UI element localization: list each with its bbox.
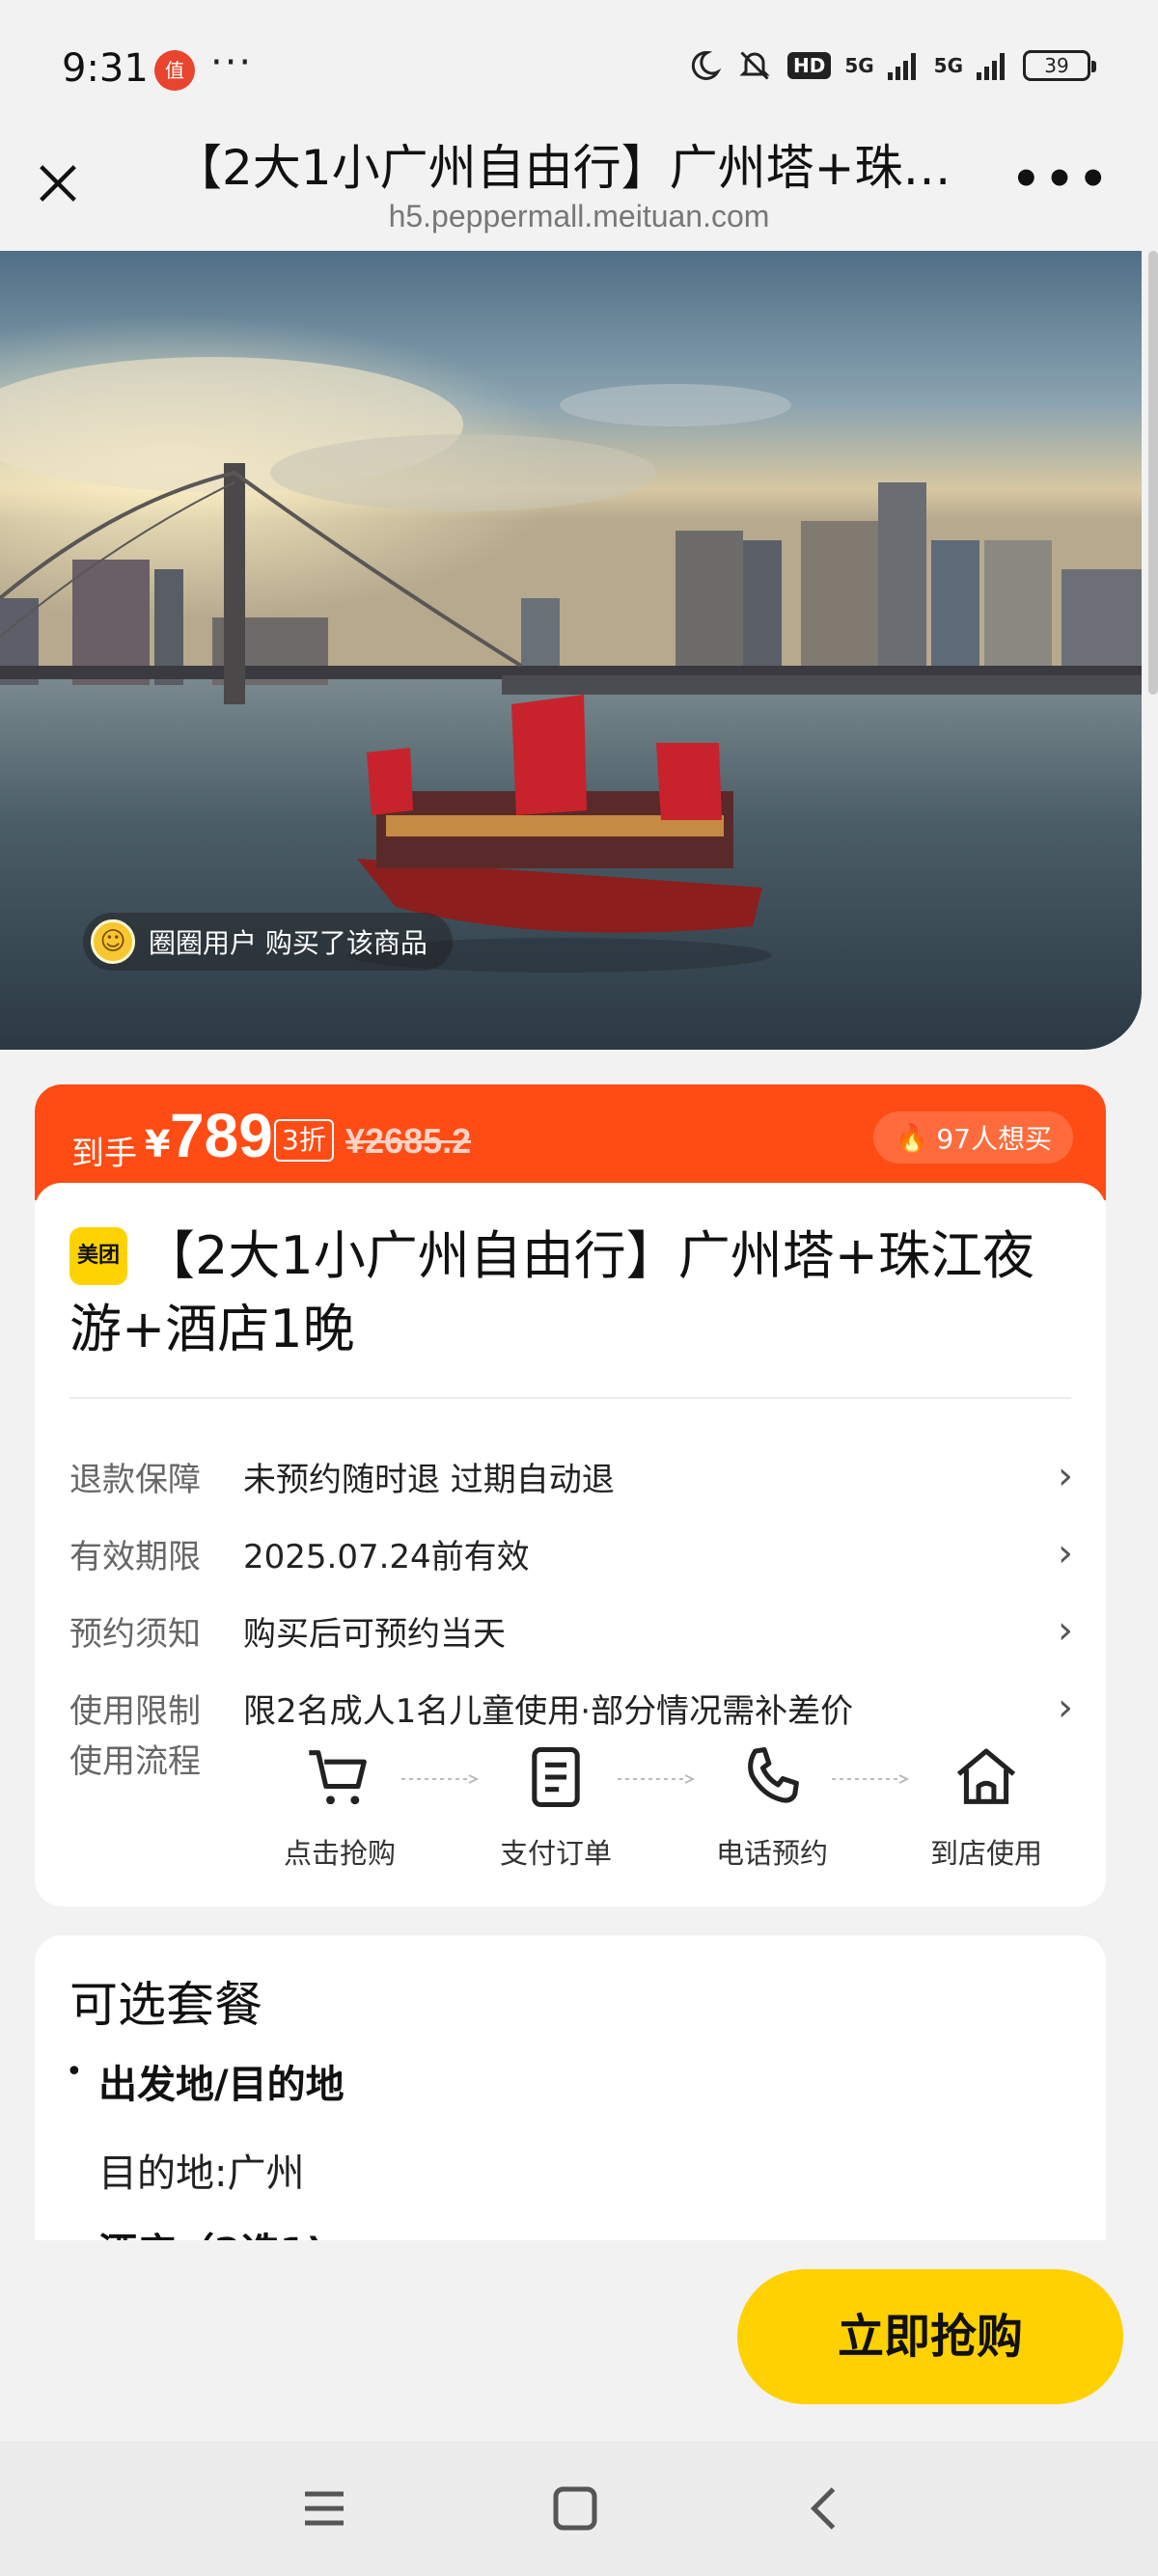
chevron-right-icon: › [1058,1531,1073,1576]
info-key: 退款保障 [69,1460,201,1499]
signal-bars-icon [887,53,916,80]
price-value: 789 [170,1101,273,1170]
do-not-disturb-icon [691,50,722,80]
usage-flow-label: 使用流程 [69,1742,201,1781]
buyer-avatar-icon: ☺ [91,919,135,964]
hd-icon: HD [786,52,832,79]
page-title: 【2大1小广州自由行】广州塔+珠江... [174,140,984,196]
package-next-section: 酒店（2选1) [98,2221,324,2240]
price-label: 到手 [71,1135,137,1173]
info-value: 限2名成人1名儿童使用·部分情况需补差价 [243,1691,854,1731]
app-notification-icon: 值 [154,50,195,91]
status-bar: 9:31 值 ··· HD 5G 5G 39 [0,0,1158,135]
fire-icon: 🔥 [895,1121,929,1154]
home-button-icon[interactable] [546,2480,604,2537]
cart-icon [309,1750,367,1805]
signal-icon: 5G [844,54,874,77]
mute-icon [739,51,770,80]
original-price: ¥2685.2 [345,1121,472,1161]
product-title: 【2大1小广州自由行】广州塔+珠江夜游+酒店1晚 [69,1225,1034,1359]
package-destination: 目的地:广州 [98,2151,305,2196]
meituan-brand-badge: 美团 [69,1227,127,1285]
home-icon [956,1748,1016,1804]
page-url: h5.peppermall.meituan.com [388,199,770,233]
browser-nav-bar: 【2大1小广州自由行】广州塔+珠江... h5.peppermall.meitu… [0,125,1158,251]
want-count-text: 97人想买 [936,1123,1052,1155]
divider [69,1397,1071,1399]
package-section-title: 出发地/目的地 [98,2063,345,2107]
info-row-validity[interactable]: 有效期限 2025.07.24前有效 › [69,1524,1073,1582]
package-options-card: 可选套餐 • 出发地/目的地 目的地:广州 酒店（2选1) [35,1935,1106,2240]
recent-apps-icon[interactable] [295,2480,353,2537]
flow-step-label: 支付订单 [499,1837,612,1870]
info-key: 预约须知 [69,1614,201,1654]
flow-step-label: 到店使用 [929,1837,1042,1870]
chevron-right-icon: › [1058,1454,1073,1498]
info-value: 未预约随时退 过期自动退 [243,1460,615,1499]
info-key: 有效期限 [69,1537,201,1576]
recent-buyer-notice: ☺ 圈圈用户 购买了该商品 [83,913,453,971]
close-icon[interactable] [33,158,83,208]
price-currency: ¥ [145,1123,171,1165]
flow-step-use: 到店使用 [909,1740,1063,1872]
chevron-right-icon: › [1058,1685,1073,1730]
flow-step-pay: 支付订单 [479,1740,633,1872]
page-scrollbar[interactable] [1148,251,1158,695]
info-row-booking[interactable]: 预约须知 购买后可预约当天 › [69,1602,1073,1659]
signal-bars-icon-2 [977,53,1005,80]
chevron-right-icon: › [1058,1608,1073,1653]
flow-step-buy: 点击抢购 [262,1740,417,1872]
buyer-notice-text: 圈圈用户 购买了该商品 [149,927,427,959]
package-title: 可选套餐 [69,1977,262,2033]
document-icon [532,1746,580,1808]
back-icon[interactable] [797,2480,855,2537]
info-value: 2025.07.24前有效 [243,1537,530,1576]
more-notifications-icon: ··· [210,41,254,85]
phone-icon [748,1746,799,1803]
product-info-card: 【2大1小广州自由行】广州塔+珠江夜游+酒店1晚 美团 退款保障 未预约随时退 … [35,1183,1106,1906]
flow-arrow [618,1774,695,1784]
battery-icon: 39 [1023,50,1096,81]
more-menu-icon[interactable]: ••• [1011,156,1112,203]
bullet-dot-icon: • [66,2055,83,2089]
status-time: 9:31 [62,46,149,91]
flow-step-call: 电话预约 [695,1740,849,1872]
flow-step-label: 点击抢购 [283,1837,396,1870]
status-indicators: HD 5G 5G 39 [687,48,1096,83]
info-row-refund[interactable]: 退款保障 未预约随时退 过期自动退 › [69,1447,1073,1505]
flow-arrow [832,1774,909,1784]
discount-badge: 3折 [274,1119,334,1162]
flow-arrow [401,1774,479,1784]
info-row-restriction[interactable]: 使用限制 限2名成人1名儿童使用·部分情况需补差价 › [69,1679,1073,1737]
want-count-badge: 🔥 97人想买 [873,1111,1073,1164]
info-value: 购买后可预约当天 [243,1614,506,1654]
system-nav-bar [0,2441,1158,2576]
buy-now-button[interactable]: 立即抢购 [737,2269,1123,2404]
info-key: 使用限制 [69,1691,201,1731]
signal-icon-2: 5G [933,54,963,77]
flow-step-label: 电话预约 [715,1837,828,1870]
